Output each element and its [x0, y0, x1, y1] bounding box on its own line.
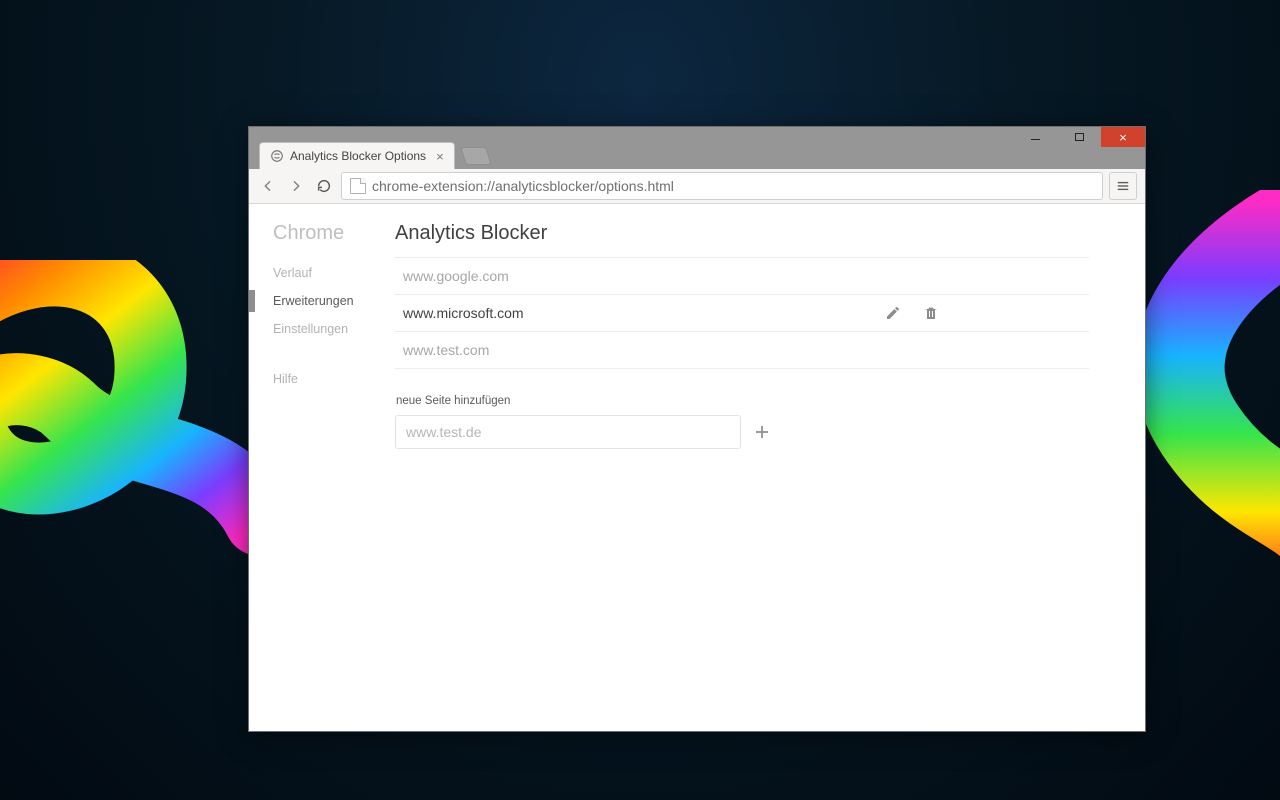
sidebar-title: Chrome	[249, 222, 395, 259]
page-content: Chrome VerlaufErweiterungenEinstellungen…	[249, 204, 1145, 731]
browser-toolbar: chrome-extension://analyticsblocker/opti…	[249, 169, 1145, 204]
address-bar[interactable]: chrome-extension://analyticsblocker/opti…	[341, 172, 1103, 200]
browser-window: × Analytics Blocker Options ×	[248, 126, 1146, 732]
site-domain: www.microsoft.com	[403, 305, 885, 321]
sidebar-item-einstellungen[interactable]: Einstellungen	[249, 315, 395, 343]
window-maximize-button[interactable]	[1057, 127, 1101, 147]
reload-button[interactable]	[313, 175, 335, 197]
window-close-button[interactable]: ×	[1101, 127, 1145, 147]
add-site-label: neue Seite hinzufügen	[395, 395, 1089, 407]
settings-sidebar: Chrome VerlaufErweiterungenEinstellungen…	[249, 204, 395, 731]
blocked-sites-list: www.google.com www.microsoft.com www.test.…	[395, 257, 1089, 369]
add-site-section: neue Seite hinzufügen	[395, 395, 1089, 449]
desktop-background: × Analytics Blocker Options ×	[0, 0, 1280, 800]
site-domain: www.test.com	[403, 342, 885, 358]
window-titlebar[interactable]: × Analytics Blocker Options ×	[249, 127, 1145, 169]
add-site-button[interactable]	[753, 423, 771, 441]
main-panel: Analytics Blocker www.google.com www.micr…	[395, 204, 1145, 731]
site-row[interactable]: www.microsoft.com	[395, 295, 1089, 332]
browser-tab[interactable]: Analytics Blocker Options ×	[259, 142, 455, 169]
window-minimize-button[interactable]	[1013, 127, 1057, 147]
url-text: chrome-extension://analyticsblocker/opti…	[372, 178, 674, 194]
chrome-menu-button[interactable]	[1109, 172, 1137, 200]
extension-favicon-icon	[270, 149, 284, 163]
sidebar-item-help[interactable]: Hilfe	[249, 365, 395, 393]
sidebar-item-verlauf[interactable]: Verlauf	[249, 259, 395, 287]
edit-icon[interactable]	[885, 305, 901, 321]
site-row[interactable]: www.test.com	[395, 332, 1089, 369]
tab-title: Analytics Blocker Options	[290, 149, 426, 163]
delete-icon[interactable]	[923, 305, 939, 321]
back-button[interactable]	[257, 175, 279, 197]
page-title: Analytics Blocker	[395, 222, 1089, 245]
forward-button[interactable]	[285, 175, 307, 197]
site-row[interactable]: www.google.com	[395, 258, 1089, 295]
sidebar-item-erweiterungen[interactable]: Erweiterungen	[249, 287, 395, 315]
tab-close-button[interactable]: ×	[436, 149, 444, 164]
new-tab-button[interactable]	[460, 147, 492, 165]
page-icon	[350, 178, 366, 194]
add-site-input[interactable]	[395, 415, 741, 449]
site-domain: www.google.com	[403, 268, 885, 284]
